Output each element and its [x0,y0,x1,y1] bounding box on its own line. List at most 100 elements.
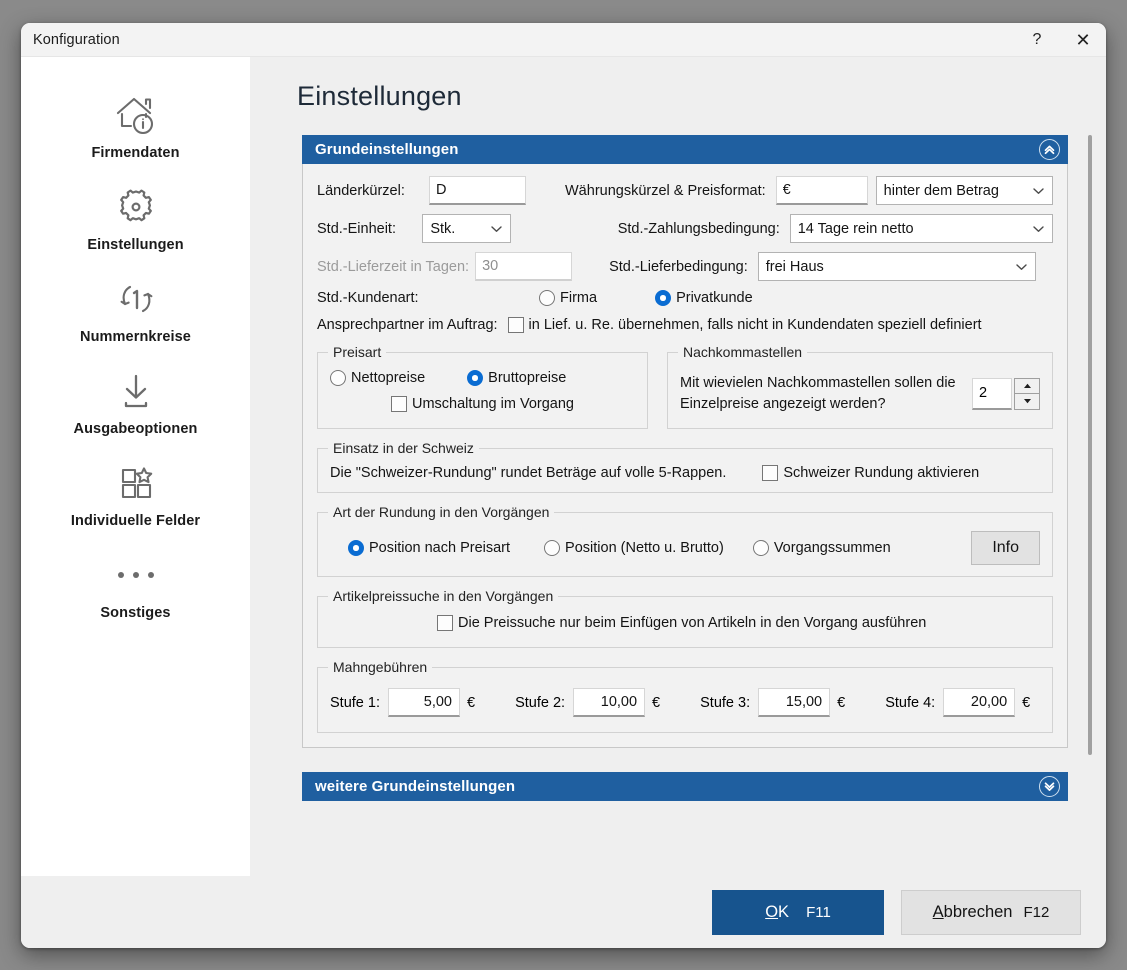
konfiguration-window: Konfiguration ? ✕ Firmendaten Einstellun… [21,23,1106,948]
ansprechpartner-label: Ansprechpartner im Auftrag: [317,317,498,333]
std-lieferzeit-input[interactable] [475,252,573,281]
row-std-kundenart: Std.-Kundenart: Firma Privatkunde [317,290,1053,306]
radio-bruttopreise[interactable]: Bruttopreise [467,370,566,386]
radio-label: Bruttopreise [488,370,567,386]
fee-input[interactable] [943,688,1016,717]
fee-stufe-4: Stufe 4: € [885,688,1030,717]
std-zahlungsbedingung-label: Std.-Zahlungsbedingung: [617,220,780,237]
radio-icon-selected [655,290,672,306]
nachkommastellen-stepper[interactable]: 2 [972,377,1040,410]
group-preisart: Preisart Nettopreise Bruttopreise Umscha… [317,344,648,429]
ok-button[interactable]: OK F11 [712,889,884,935]
window-controls: ? ✕ [1014,23,1106,57]
cancel-fkey: F12 [1023,903,1050,921]
sidebar-item-einstellungen[interactable]: Einstellungen [21,183,250,253]
std-zahlungsbedingung-select[interactable]: 14 Tage rein netto [789,214,1053,243]
fee-input[interactable] [573,688,646,717]
radio-vorgangssummen[interactable]: Vorgangssummen [752,540,891,556]
chevron-double-up-icon[interactable] [1039,139,1060,160]
checkbox-schweizer-rundung[interactable]: Schweizer Rundung aktivieren [762,465,979,481]
row-std-einheit: Std.-Einheit: Stk. Std.-Zahlungsbedingun… [317,214,1053,243]
chevron-down-icon [1016,259,1027,275]
radio-label: Position (Netto u. Brutto) [565,540,724,556]
sidebar-item-label: Einstellungen [87,237,184,253]
sidebar-item-label: Sonstiges [100,605,171,621]
checkbox-preissuche-nur-beim-einfuegen[interactable]: Die Preissuche nur beim Einfügen von Art… [437,615,926,631]
waehrungskuerzel-label: Währungskürzel & Preisformat: [565,182,766,199]
currency-symbol: € [1022,694,1031,711]
fee-input[interactable] [387,688,460,717]
panels-container: Grundeinstellungen Länderkürzel: D Währu… [250,121,1106,801]
scrollbar-thumb[interactable] [1088,135,1092,755]
sidebar-item-individuelle-felder[interactable]: Individuelle Felder [21,459,250,529]
dialog-footer: OK F11 Abbrechen F12 [21,876,1106,948]
sidebar-item-sonstiges[interactable]: Sonstiges [21,551,250,621]
checkbox-icon [507,317,524,333]
artikelpreissuche-content: Die Preissuche nur beim Einfügen von Art… [330,615,1040,636]
preisformat-select[interactable]: hinter dem Betrag [875,176,1053,205]
checkbox-umschaltung-im-vorgang[interactable]: Umschaltung im Vorgang [391,396,574,412]
fee-label: Stufe 2: [515,694,566,711]
grid-star-icon [114,459,158,507]
checkbox-ansprechpartner[interactable]: in Lief. u. Re. übernehmen, falls nicht … [507,317,982,333]
nachkommastellen-value[interactable]: 2 [972,377,1012,410]
std-einheit-select[interactable]: Stk. [422,214,511,243]
sidebar-item-nummernkreise[interactable]: Nummernkreise [21,275,250,345]
triangle-up-icon[interactable] [1014,377,1040,394]
number-cycle-icon [113,275,159,323]
checkbox-icon [437,615,453,631]
radio-label: Nettopreise [351,370,426,386]
section-header-weitere-grundeinstellungen[interactable]: weitere Grundeinstellungen [302,772,1068,801]
triangle-down-icon[interactable] [1014,393,1040,410]
close-button[interactable]: ✕ [1060,23,1106,57]
content-area: Einstellungen Grundeinstellungen Länderk… [250,57,1106,876]
group-title: Mahngebühren [328,659,433,675]
fee-label: Stufe 3: [700,694,751,711]
download-icon [114,367,158,415]
std-lieferbedingung-label: Std.-Lieferbedingung: [609,258,748,275]
std-zahlungsbedingung-value: 14 Tage rein netto [797,220,914,237]
schweiz-content: Die "Schweizer-Rundung" rundet Beträge a… [330,465,1040,481]
nachkomma-question: Mit wievielen Nachkommastellen sollen di… [680,373,972,414]
settings-scroll-area: Grundeinstellungen Länderkürzel: D Währu… [250,121,1106,876]
std-lieferbedingung-value: frei Haus [765,258,824,275]
laenderkuerzel-label: Länderkürzel: [317,182,405,199]
page-title: Einstellungen [297,81,462,111]
vertical-scrollbar[interactable] [1084,135,1096,817]
radio-kundenart-firma[interactable]: Firma [539,290,597,306]
ok-rest: K [778,902,790,921]
gear-icon [114,183,158,231]
radio-position-nach-preisart[interactable]: Position nach Preisart [348,540,510,556]
radio-kundenart-privatkunde[interactable]: Privatkunde [655,290,753,306]
group-nachkommastellen: Nachkommastellen Mit wievielen Nachkomma… [667,344,1053,429]
fee-input[interactable] [758,688,831,717]
sidebar-item-firmendaten[interactable]: Firmendaten [21,91,250,161]
sidebar-item-label: Firmendaten [91,145,180,161]
checkbox-label: Schweizer Rundung aktivieren [783,465,980,481]
cancel-label: Abbrechen [933,903,1013,922]
group-mahngebuehren: Mahngebühren Stufe 1: € Stufe 2: [317,659,1053,733]
fee-label: Stufe 1: [330,694,380,711]
grundeinstellungen-panel: Länderkürzel: Währungskürzel & Preisform… [302,164,1068,748]
currency-symbol: € [466,694,476,711]
fee-stufe-3: Stufe 3: € [700,688,845,717]
help-button[interactable]: ? [1014,23,1060,57]
currency-symbol: € [652,694,661,711]
waehrungskuerzel-input[interactable] [775,176,868,205]
nachkomma-question-line1: Mit wievielen Nachkommastellen sollen di… [680,375,956,391]
radio-icon [544,540,561,556]
section-header-grundeinstellungen[interactable]: Grundeinstellungen [302,135,1068,164]
std-einheit-value: Stk. [430,220,456,237]
cancel-button[interactable]: Abbrechen F12 [901,889,1081,935]
nachkomma-question-line2: Einzelpreise angezeigt werden? [680,395,886,412]
chevron-double-down-icon[interactable] [1039,776,1060,797]
radio-nettopreise[interactable]: Nettopreise [330,370,425,386]
ok-label: OK [765,903,789,922]
info-button[interactable]: Info [971,531,1040,565]
checkbox-icon [391,396,407,412]
sidebar-item-ausgabeoptionen[interactable]: Ausgabeoptionen [21,367,250,437]
std-lieferbedingung-select[interactable]: frei Haus [757,252,1036,281]
laenderkuerzel-input[interactable] [429,176,526,205]
radio-position-netto-brutto[interactable]: Position (Netto u. Brutto) [544,540,724,556]
checkbox-icon [762,465,779,481]
